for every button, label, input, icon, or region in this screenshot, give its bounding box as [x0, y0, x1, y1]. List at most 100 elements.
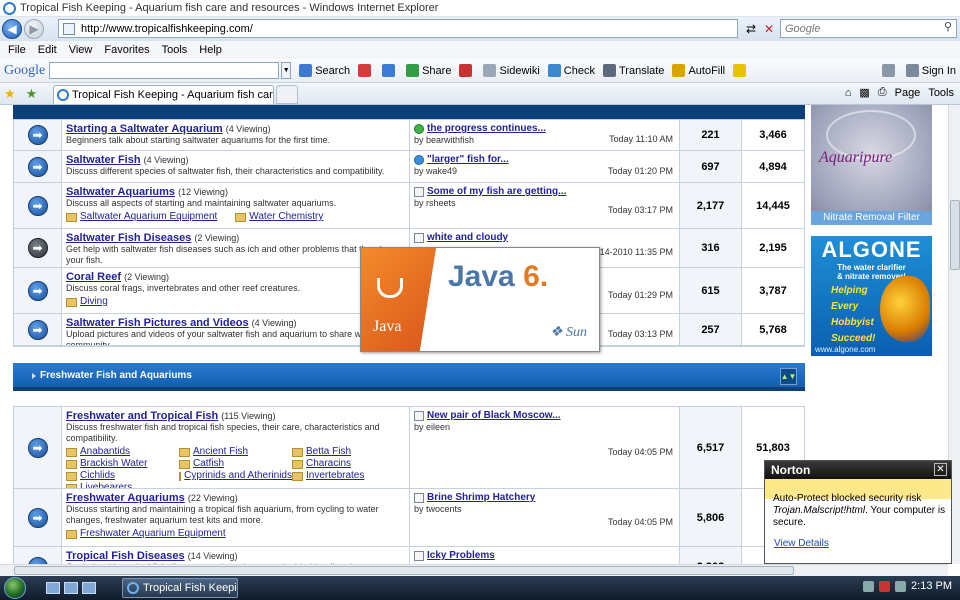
forum-arrow-icon[interactable]: ➡ — [27, 238, 48, 258]
switch-windows-icon[interactable] — [64, 582, 78, 594]
tools-menu-button[interactable]: Tools — [928, 87, 954, 99]
toolbar-wrench-button[interactable] — [878, 64, 902, 77]
forward-button[interactable]: ▶ — [24, 19, 44, 39]
forum-arrow-icon[interactable]: ➡ — [27, 507, 48, 528]
vertical-scroll-thumb[interactable] — [950, 200, 960, 270]
menu-file[interactable]: File — [2, 44, 32, 56]
last-post-link[interactable]: "larger" fish for... — [427, 154, 509, 165]
horizontal-scroll-thumb[interactable] — [14, 566, 794, 575]
horizontal-scrollbar[interactable] — [0, 564, 948, 576]
toolbar-plus-button[interactable] — [378, 64, 402, 77]
subforum-link[interactable]: Betta Fish — [292, 446, 405, 458]
toolbar-popup-button[interactable] — [455, 64, 479, 77]
menu-view[interactable]: View — [63, 44, 99, 56]
menu-favorites[interactable]: Favorites — [98, 44, 155, 56]
print-icon[interactable]: ⎙ — [878, 86, 887, 99]
toolbar-translate-button[interactable]: Translate — [599, 64, 668, 77]
page-menu-button[interactable]: Page — [895, 87, 921, 99]
toolbar-bookmark-button[interactable] — [354, 64, 378, 77]
subforum-link[interactable]: Anabantids — [66, 446, 179, 458]
tray-volume-icon[interactable] — [895, 580, 907, 592]
menu-tools[interactable]: Tools — [156, 44, 194, 56]
forum-title-link[interactable]: Starting a Saltwater Aquarium — [66, 123, 223, 135]
last-post-link[interactable]: Brine Shrimp Hatchery — [427, 492, 535, 503]
last-post-title[interactable]: Brine Shrimp Hatchery — [414, 492, 675, 503]
forum-title-link[interactable]: Freshwater Aquariums — [66, 492, 185, 504]
stop-button[interactable]: ✕ — [760, 20, 778, 37]
forum-title-link[interactable]: Coral Reef — [66, 271, 121, 283]
subforum-link[interactable]: Cyprinids and Atherinids — [179, 470, 292, 482]
last-post-title[interactable]: Icky Problems — [414, 550, 675, 561]
category-title[interactable]: Freshwater Fish and Aquariums — [40, 370, 192, 381]
forum-title-link[interactable]: Saltwater Fish Diseases — [66, 232, 191, 244]
add-favorite-icon[interactable]: ★ — [26, 86, 38, 102]
forum-arrow-icon[interactable]: ➡ — [27, 156, 48, 177]
clock[interactable]: 2:13 PM — [911, 580, 952, 592]
subforum-link[interactable]: Characins — [292, 458, 405, 470]
view-details-link[interactable]: View Details — [774, 538, 829, 549]
toolbar-check-button[interactable]: Check — [544, 64, 599, 77]
last-post-link[interactable]: Icky Problems — [427, 550, 495, 561]
forum-arrow-icon[interactable]: ➡ — [27, 195, 48, 216]
start-button[interactable] — [0, 576, 30, 600]
last-post-link[interactable]: Some of my fish are getting... — [427, 186, 566, 197]
toolbar-autofill-button[interactable]: AutoFill — [668, 64, 729, 77]
forum-title-link[interactable]: Saltwater Fish — [66, 154, 141, 166]
menu-edit[interactable]: Edit — [32, 44, 63, 56]
new-tab-button[interactable] — [276, 85, 298, 104]
last-post-link[interactable]: white and cloudy — [427, 232, 508, 243]
subforum-link[interactable]: Invertebrates — [292, 470, 405, 482]
favorites-star-icon[interactable]: ★ — [4, 86, 16, 102]
forum-title-link[interactable]: Freshwater and Tropical Fish — [66, 410, 218, 422]
subforum-link[interactable]: Brackish Water — [66, 458, 179, 470]
google-search-dropdown[interactable]: ▼ — [281, 62, 292, 79]
forum-title-link[interactable]: Saltwater Fish Pictures and Videos — [66, 317, 249, 329]
back-button[interactable]: ◀ — [2, 19, 22, 39]
taskbar-ie-button[interactable]: Tropical Fish Keepin... — [122, 578, 238, 598]
subforum-link[interactable]: Diving — [66, 296, 108, 308]
last-post-title[interactable]: Some of my fish are getting... — [414, 186, 675, 197]
subforum-link[interactable]: Ancient Fish — [179, 446, 292, 458]
menu-help[interactable]: Help — [193, 44, 228, 56]
toolbar-sidewiki-button[interactable]: Sidewiki — [479, 64, 543, 77]
subforum-link[interactable]: Catfish — [179, 458, 292, 470]
last-post-title[interactable]: "larger" fish for... — [414, 154, 675, 165]
algone-ad[interactable]: ALGONE The water clarifier & nitrate rem… — [811, 236, 932, 356]
forum-title-link[interactable]: Tropical Fish Diseases — [66, 550, 185, 562]
google-search-input[interactable] — [49, 62, 280, 79]
show-desktop-icon[interactable] — [46, 582, 60, 594]
browser-tab[interactable]: Tropical Fish Keeping - Aquarium fish ca… — [53, 85, 274, 104]
close-icon[interactable]: ✕ — [934, 463, 947, 476]
forum-arrow-icon[interactable]: ➡ — [27, 280, 48, 301]
subforum-link[interactable]: Freshwater Aquarium Equipment — [66, 528, 226, 540]
refresh-button[interactable]: ⇄ — [742, 20, 760, 37]
last-post-title[interactable]: New pair of Black Moscow... — [414, 410, 675, 421]
collapse-icon[interactable]: ▲▼ — [780, 368, 797, 385]
forum-title-link[interactable]: Saltwater Aquariums — [66, 186, 175, 198]
forum-arrow-icon[interactable]: ➡ — [27, 437, 48, 458]
subforum-link[interactable]: Livebearers — [66, 482, 179, 488]
search-icon[interactable]: ⚲ — [944, 20, 952, 33]
tray-norton-icon[interactable] — [879, 580, 891, 592]
subforum-link[interactable]: Cichlids — [66, 470, 179, 482]
last-post-title[interactable]: the progress continues... — [414, 123, 675, 134]
toolbar-share-button[interactable]: Share — [402, 64, 455, 77]
last-post-link[interactable]: New pair of Black Moscow... — [427, 410, 561, 421]
toolbar-search-button[interactable]: Search — [295, 64, 354, 77]
last-post-author[interactable]: by twocents — [414, 504, 675, 514]
toolbar-signin-button[interactable]: Sign In — [902, 64, 960, 77]
toolbar-highlight-button[interactable] — [729, 64, 753, 77]
forum-arrow-icon[interactable]: ➡ — [27, 319, 48, 340]
last-post-link[interactable]: the progress continues... — [427, 123, 546, 134]
home-icon[interactable]: ⌂ — [845, 87, 852, 99]
feeds-icon[interactable]: ▩ — [859, 86, 869, 99]
forum-arrow-icon[interactable]: ➡ — [27, 125, 48, 145]
aquaripure-ad[interactable]: Aquaripure Nitrate Removal Filter — [811, 105, 932, 225]
subforum-link[interactable]: Saltwater Aquarium Equipment — [66, 211, 217, 223]
tray-network-icon[interactable] — [863, 580, 875, 592]
last-post-author[interactable]: by eileen — [414, 422, 675, 432]
last-post-title[interactable]: white and cloudy — [414, 232, 675, 243]
ie-quicklaunch-icon[interactable] — [82, 582, 96, 594]
search-input[interactable]: Google ⚲ — [780, 19, 957, 38]
subforum-link[interactable]: Water Chemistry — [235, 211, 323, 223]
